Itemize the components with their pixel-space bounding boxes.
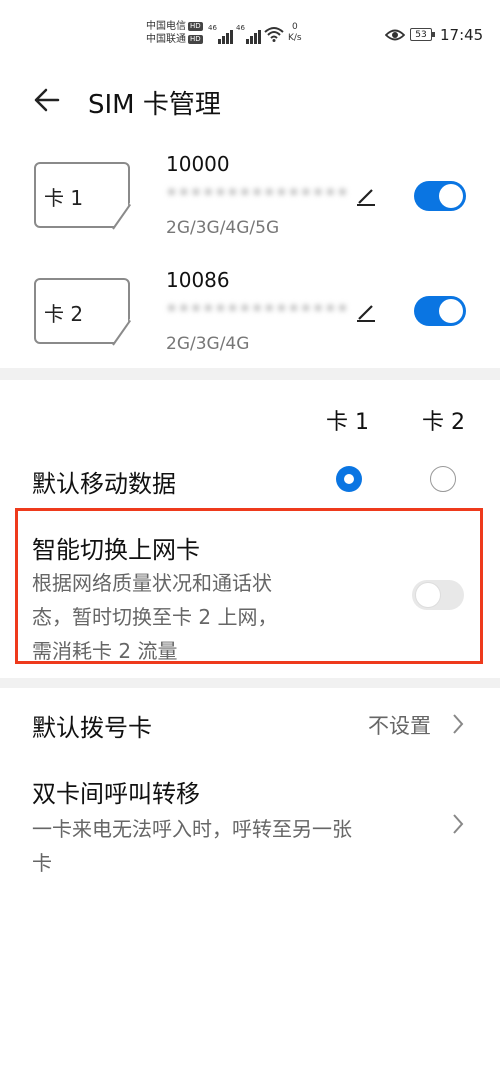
speed-unit: K/s — [288, 33, 302, 43]
sim-2-number: 10086 — [166, 268, 230, 292]
hd-badge-1: HD — [188, 21, 203, 31]
smart-switch-desc: 根据网络质量状况和通话状 态，暂时切换至卡 2 上网， 需消耗卡 2 流量 — [32, 566, 277, 668]
sim-2-phone: ••••••••••••••• — [166, 298, 350, 320]
signal-icon-2: 46 — [236, 24, 262, 44]
sim-card-icon-1: 卡 1 — [34, 162, 134, 232]
sim-2-networks: 2G/3G/4G — [166, 334, 250, 354]
smart-switch-desc-line2: 态，暂时切换至卡 2 上网， — [32, 605, 278, 629]
carrier-2: 中国联通 — [146, 34, 186, 45]
call-forward-row[interactable]: 双卡间呼叫转移 一卡来电无法呼入时，呼转至另一张 卡 — [0, 764, 500, 884]
page-title: SIM 卡管理 — [88, 90, 221, 120]
default-data-card2-radio[interactable] — [430, 466, 456, 492]
sim-1-label: 卡 1 — [44, 186, 84, 210]
default-dial-label: 默认拨号卡 — [32, 714, 152, 742]
eye-icon — [385, 29, 405, 41]
smart-switch-desc-line3: 需消耗卡 2 流量 — [32, 639, 178, 663]
default-dial-value: 不设置 — [368, 714, 431, 738]
call-forward-desc: 一卡来电无法呼入时，呼转至另一张 卡 — [32, 812, 352, 880]
sim-2-toggle[interactable] — [414, 296, 466, 326]
edit-icon-2[interactable] — [355, 301, 377, 323]
sim-1-networks: 2G/3G/4G/5G — [166, 218, 280, 238]
signal-icon-1: 46 — [208, 24, 234, 44]
section-divider-2 — [0, 678, 500, 688]
sim-2-label: 卡 2 — [44, 302, 84, 326]
call-forward-desc-line1: 一卡来电无法呼入时，呼转至另一张 — [32, 817, 352, 841]
call-forward-title: 双卡间呼叫转移 — [32, 780, 200, 808]
carrier-1: 中国电信 — [146, 21, 186, 32]
battery-icon: 53 — [410, 28, 432, 41]
hd-badge-2: HD — [188, 34, 203, 44]
default-data-label: 默认移动数据 — [32, 470, 176, 498]
sim-card-icon-2: 卡 2 — [34, 278, 134, 348]
default-dial-row[interactable]: 默认拨号卡 不设置 — [0, 694, 500, 752]
edit-icon-1[interactable] — [355, 185, 377, 207]
smart-switch-desc-line1: 根据网络质量状况和通话状 — [32, 571, 272, 595]
network-speed: 0 K/s — [288, 22, 302, 44]
battery-level: 53 — [415, 30, 427, 40]
back-button[interactable] — [30, 84, 66, 116]
net-type-2: 46 — [236, 24, 245, 32]
chevron-right-icon — [453, 714, 464, 734]
arrow-left-icon — [34, 88, 60, 112]
call-forward-desc-line2: 卡 — [32, 851, 52, 875]
smart-switch-toggle[interactable] — [412, 580, 464, 610]
battery-tip — [432, 32, 435, 37]
default-data-card1-radio[interactable] — [336, 466, 362, 492]
net-type-1: 46 — [208, 24, 217, 32]
wifi-icon — [264, 27, 284, 42]
sim-1-number: 10000 — [166, 152, 230, 176]
sim-1-toggle[interactable] — [414, 181, 466, 211]
smart-switch-title: 智能切换上网卡 — [32, 536, 200, 564]
sim-1-phone: ••••••••••••••• — [166, 182, 350, 204]
status-carriers: 中国电信 HD 中国联通 HD — [146, 20, 203, 46]
column-card2: 卡 2 — [422, 410, 465, 435]
speed-value: 0 — [291, 22, 298, 32]
chevron-right-icon-2 — [453, 814, 464, 834]
clock: 17:45 — [440, 26, 484, 44]
column-card1: 卡 1 — [326, 410, 369, 435]
section-divider — [0, 368, 500, 380]
